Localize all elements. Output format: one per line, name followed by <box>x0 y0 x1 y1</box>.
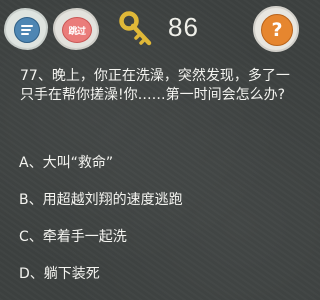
top-bar: 跳过 86 ? <box>0 0 305 60</box>
help-button[interactable]: ? <box>253 6 299 52</box>
key-icon <box>119 11 152 46</box>
menu-icon <box>14 17 40 43</box>
question-text: 77、晚上，你正在洗澡，突然发现，多了一只手在帮你搓澡!你……第一时间会怎么办? <box>20 68 290 103</box>
answer-options: A、大叫“救命” B、用超越刘翔的速度逃跑 C、牵着手一起洗 D、躺下装死 <box>19 152 289 300</box>
question-mark-icon: ? <box>261 14 293 46</box>
skip-icon: 跳过 <box>62 17 92 43</box>
option-a[interactable]: A、大叫“救命” <box>19 152 289 189</box>
option-c[interactable]: C、牵着手一起洗 <box>19 226 289 263</box>
menu-button[interactable] <box>4 8 48 50</box>
option-d[interactable]: D、躺下装死 <box>19 263 289 300</box>
key-count: 86 <box>168 12 199 42</box>
skip-button[interactable]: 跳过 <box>53 8 99 50</box>
option-b[interactable]: B、用超越刘翔的速度逃跑 <box>19 189 289 226</box>
skip-label: 跳过 <box>68 26 86 37</box>
